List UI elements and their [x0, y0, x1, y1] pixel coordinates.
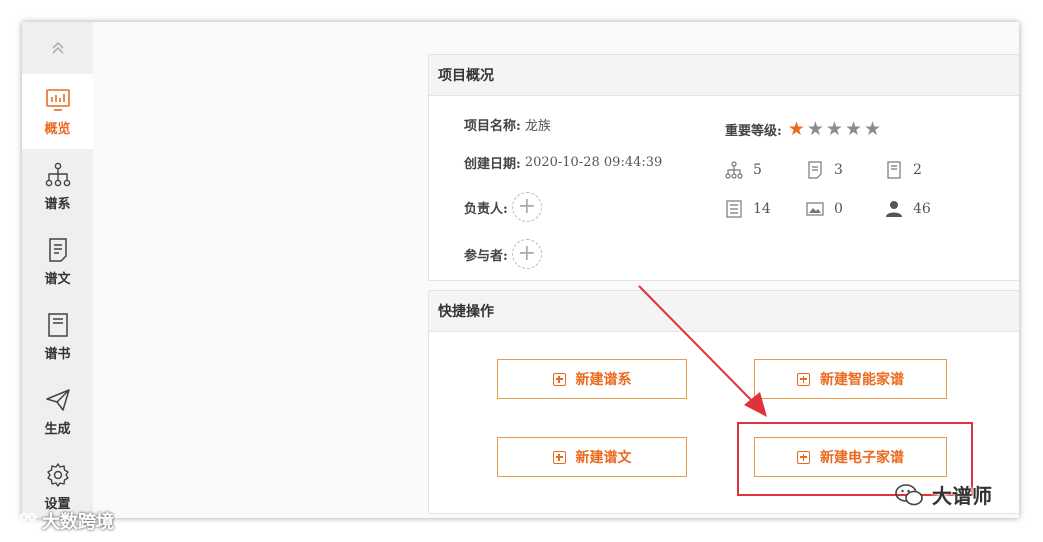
watermark-right-text: 大谱师 [932, 484, 992, 508]
tree-icon [725, 161, 743, 179]
sidebar-item-label: 谱系 [44, 196, 71, 212]
list-icon [726, 200, 742, 218]
stat-text: 3 [806, 161, 843, 179]
stat-book: 2 [885, 161, 922, 179]
importance-row: 重要等级: ★ ★ ★ ★ ★ [725, 118, 881, 140]
stat-people: 46 [885, 200, 931, 218]
chart-monitor-icon [45, 87, 71, 113]
project-name-label: 项目名称: [464, 119, 521, 134]
star-icon[interactable]: ★ [864, 118, 881, 140]
owner-label: 负责人: [464, 201, 508, 217]
plus-icon [552, 450, 566, 464]
sidebar: 概览 谱系 谱文 谱书 生成 设置 [22, 22, 93, 518]
stat-list: 14 [725, 200, 771, 218]
stat-value: 46 [913, 201, 931, 217]
project-name-row: 项目名称: 龙族 [464, 115, 551, 134]
document-icon [45, 237, 71, 263]
participants-row: 参与者: + [464, 239, 542, 269]
new-lineage-button[interactable]: 新建谱系 [497, 359, 687, 399]
star-icon[interactable]: ★ [788, 118, 805, 140]
stat-image: 0 [806, 200, 843, 218]
sidebar-item-label: 谱文 [44, 271, 71, 287]
button-label: 新建智能家谱 [820, 372, 904, 388]
created-date-label: 创建日期: [464, 157, 521, 172]
stat-value: 2 [913, 162, 922, 178]
stat-value: 5 [753, 162, 762, 178]
sidebar-item-label: 谱书 [44, 346, 71, 362]
add-participant-button[interactable]: + [511, 239, 542, 269]
watermark-left-text: 大数跨境 [42, 512, 114, 533]
tree-icon [45, 162, 71, 188]
sidebar-item-label: 概览 [44, 121, 71, 137]
chevron-up-icon [51, 41, 64, 54]
button-label: 新建谱系 [575, 372, 632, 388]
created-date-row: 创建日期: 2020-10-28 09:44:39 [464, 153, 662, 172]
plus-icon [552, 372, 566, 386]
sidebar-item-label: 生成 [44, 421, 71, 437]
logo-icon [7, 512, 36, 530]
created-date-value: 2020-10-28 09:44:39 [524, 155, 663, 170]
quick-actions-title: 快捷操作 [429, 291, 1019, 332]
stat-value: 3 [834, 162, 843, 178]
book-icon [887, 161, 901, 179]
stat-value: 0 [834, 201, 843, 217]
image-icon [806, 202, 824, 216]
sidebar-item-book[interactable]: 谱书 [22, 299, 93, 374]
paper-plane-icon [45, 387, 71, 413]
sidebar-item-lineage[interactable]: 谱系 [22, 149, 93, 224]
add-owner-button[interactable]: + [511, 192, 542, 222]
importance-label: 重要等级: [725, 123, 782, 139]
gear-icon [45, 462, 71, 488]
owner-row: 负责人: + [464, 192, 542, 222]
collapse-button[interactable] [22, 22, 93, 74]
sidebar-item-overview[interactable]: 概览 [22, 74, 93, 149]
stat-lineage: 5 [725, 161, 762, 179]
sidebar-item-text[interactable]: 谱文 [22, 224, 93, 299]
sidebar-item-generate[interactable]: 生成 [22, 374, 93, 449]
wechat-icon [895, 483, 923, 505]
participants-label: 参与者: [464, 248, 508, 264]
star-icon[interactable]: ★ [807, 118, 824, 140]
star-icon[interactable]: ★ [845, 118, 862, 140]
overview-panel: 项目概况 项目名称: 龙族 创建日期: 2020-10-28 09:44:39 … [428, 54, 1019, 281]
overview-title: 项目概况 [429, 55, 1019, 96]
book-icon [45, 312, 71, 338]
watermark-right: 大谱师 [894, 480, 992, 509]
watermark-left: 大数跨境 [6, 508, 114, 534]
person-icon [886, 201, 902, 217]
star-icon[interactable]: ★ [826, 118, 843, 140]
new-smart-genealogy-button[interactable]: 新建智能家谱 [754, 359, 947, 399]
document-icon [808, 161, 822, 179]
project-name-value: 龙族 [524, 119, 551, 134]
new-text-button[interactable]: 新建谱文 [497, 437, 687, 477]
importance-rating[interactable]: ★ ★ ★ ★ ★ [786, 118, 881, 140]
stat-value: 14 [753, 201, 771, 217]
plus-icon [797, 372, 810, 386]
button-label: 新建谱文 [575, 450, 632, 466]
